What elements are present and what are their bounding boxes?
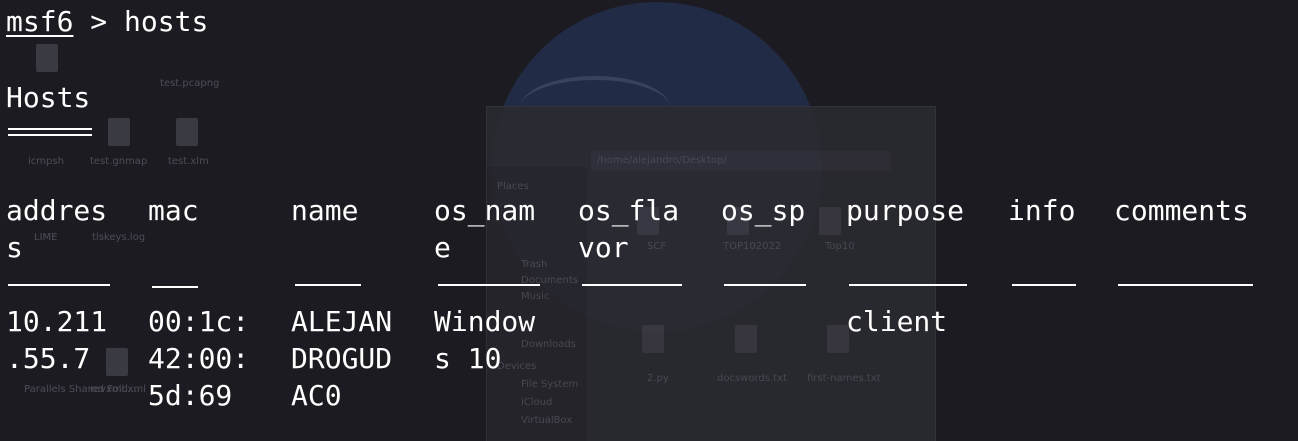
header-separator-os-name	[438, 284, 540, 286]
column-header-os-flavor: os_fla vor	[578, 194, 680, 264]
column-header-purpose: purpose	[846, 194, 965, 227]
column-header-os-name: os_nam e	[434, 194, 536, 264]
column-header-os-sp: os_sp	[721, 194, 806, 227]
header-separator-os-flavor	[582, 284, 682, 286]
terminal-output[interactable]: msf6 > hosts Hosts addres s mac name os_…	[0, 0, 1298, 441]
cell-purpose: client	[846, 305, 948, 338]
section-title-double-underline	[8, 128, 92, 136]
cell-os-name: Window s 10	[434, 305, 536, 375]
prompt-name: msf6	[6, 5, 74, 38]
prompt-line: msf6 > hosts	[6, 6, 208, 38]
cell-mac: 00:1c: 42:00: 5d:69	[148, 305, 250, 412]
column-header-comments: comments	[1114, 194, 1249, 227]
header-separator-info	[1012, 284, 1076, 286]
prompt-separator: >	[73, 5, 125, 38]
header-separator-address	[8, 284, 110, 286]
header-separator-name	[295, 284, 361, 286]
column-header-mac: mac	[148, 194, 199, 227]
cell-address: 10.211 .55.7	[6, 305, 108, 375]
header-separator-comments	[1118, 284, 1253, 286]
column-header-address: addres s	[6, 194, 108, 264]
header-separator-mac	[152, 286, 198, 288]
column-header-name: name	[291, 194, 359, 227]
column-header-info: info	[1008, 194, 1076, 227]
header-separator-purpose	[849, 284, 967, 286]
cell-name: ALEJAN DROGUD AC0	[291, 305, 393, 412]
header-separator-os-sp	[724, 284, 806, 286]
section-title: Hosts	[6, 81, 91, 114]
prompt-command: hosts	[124, 5, 209, 38]
